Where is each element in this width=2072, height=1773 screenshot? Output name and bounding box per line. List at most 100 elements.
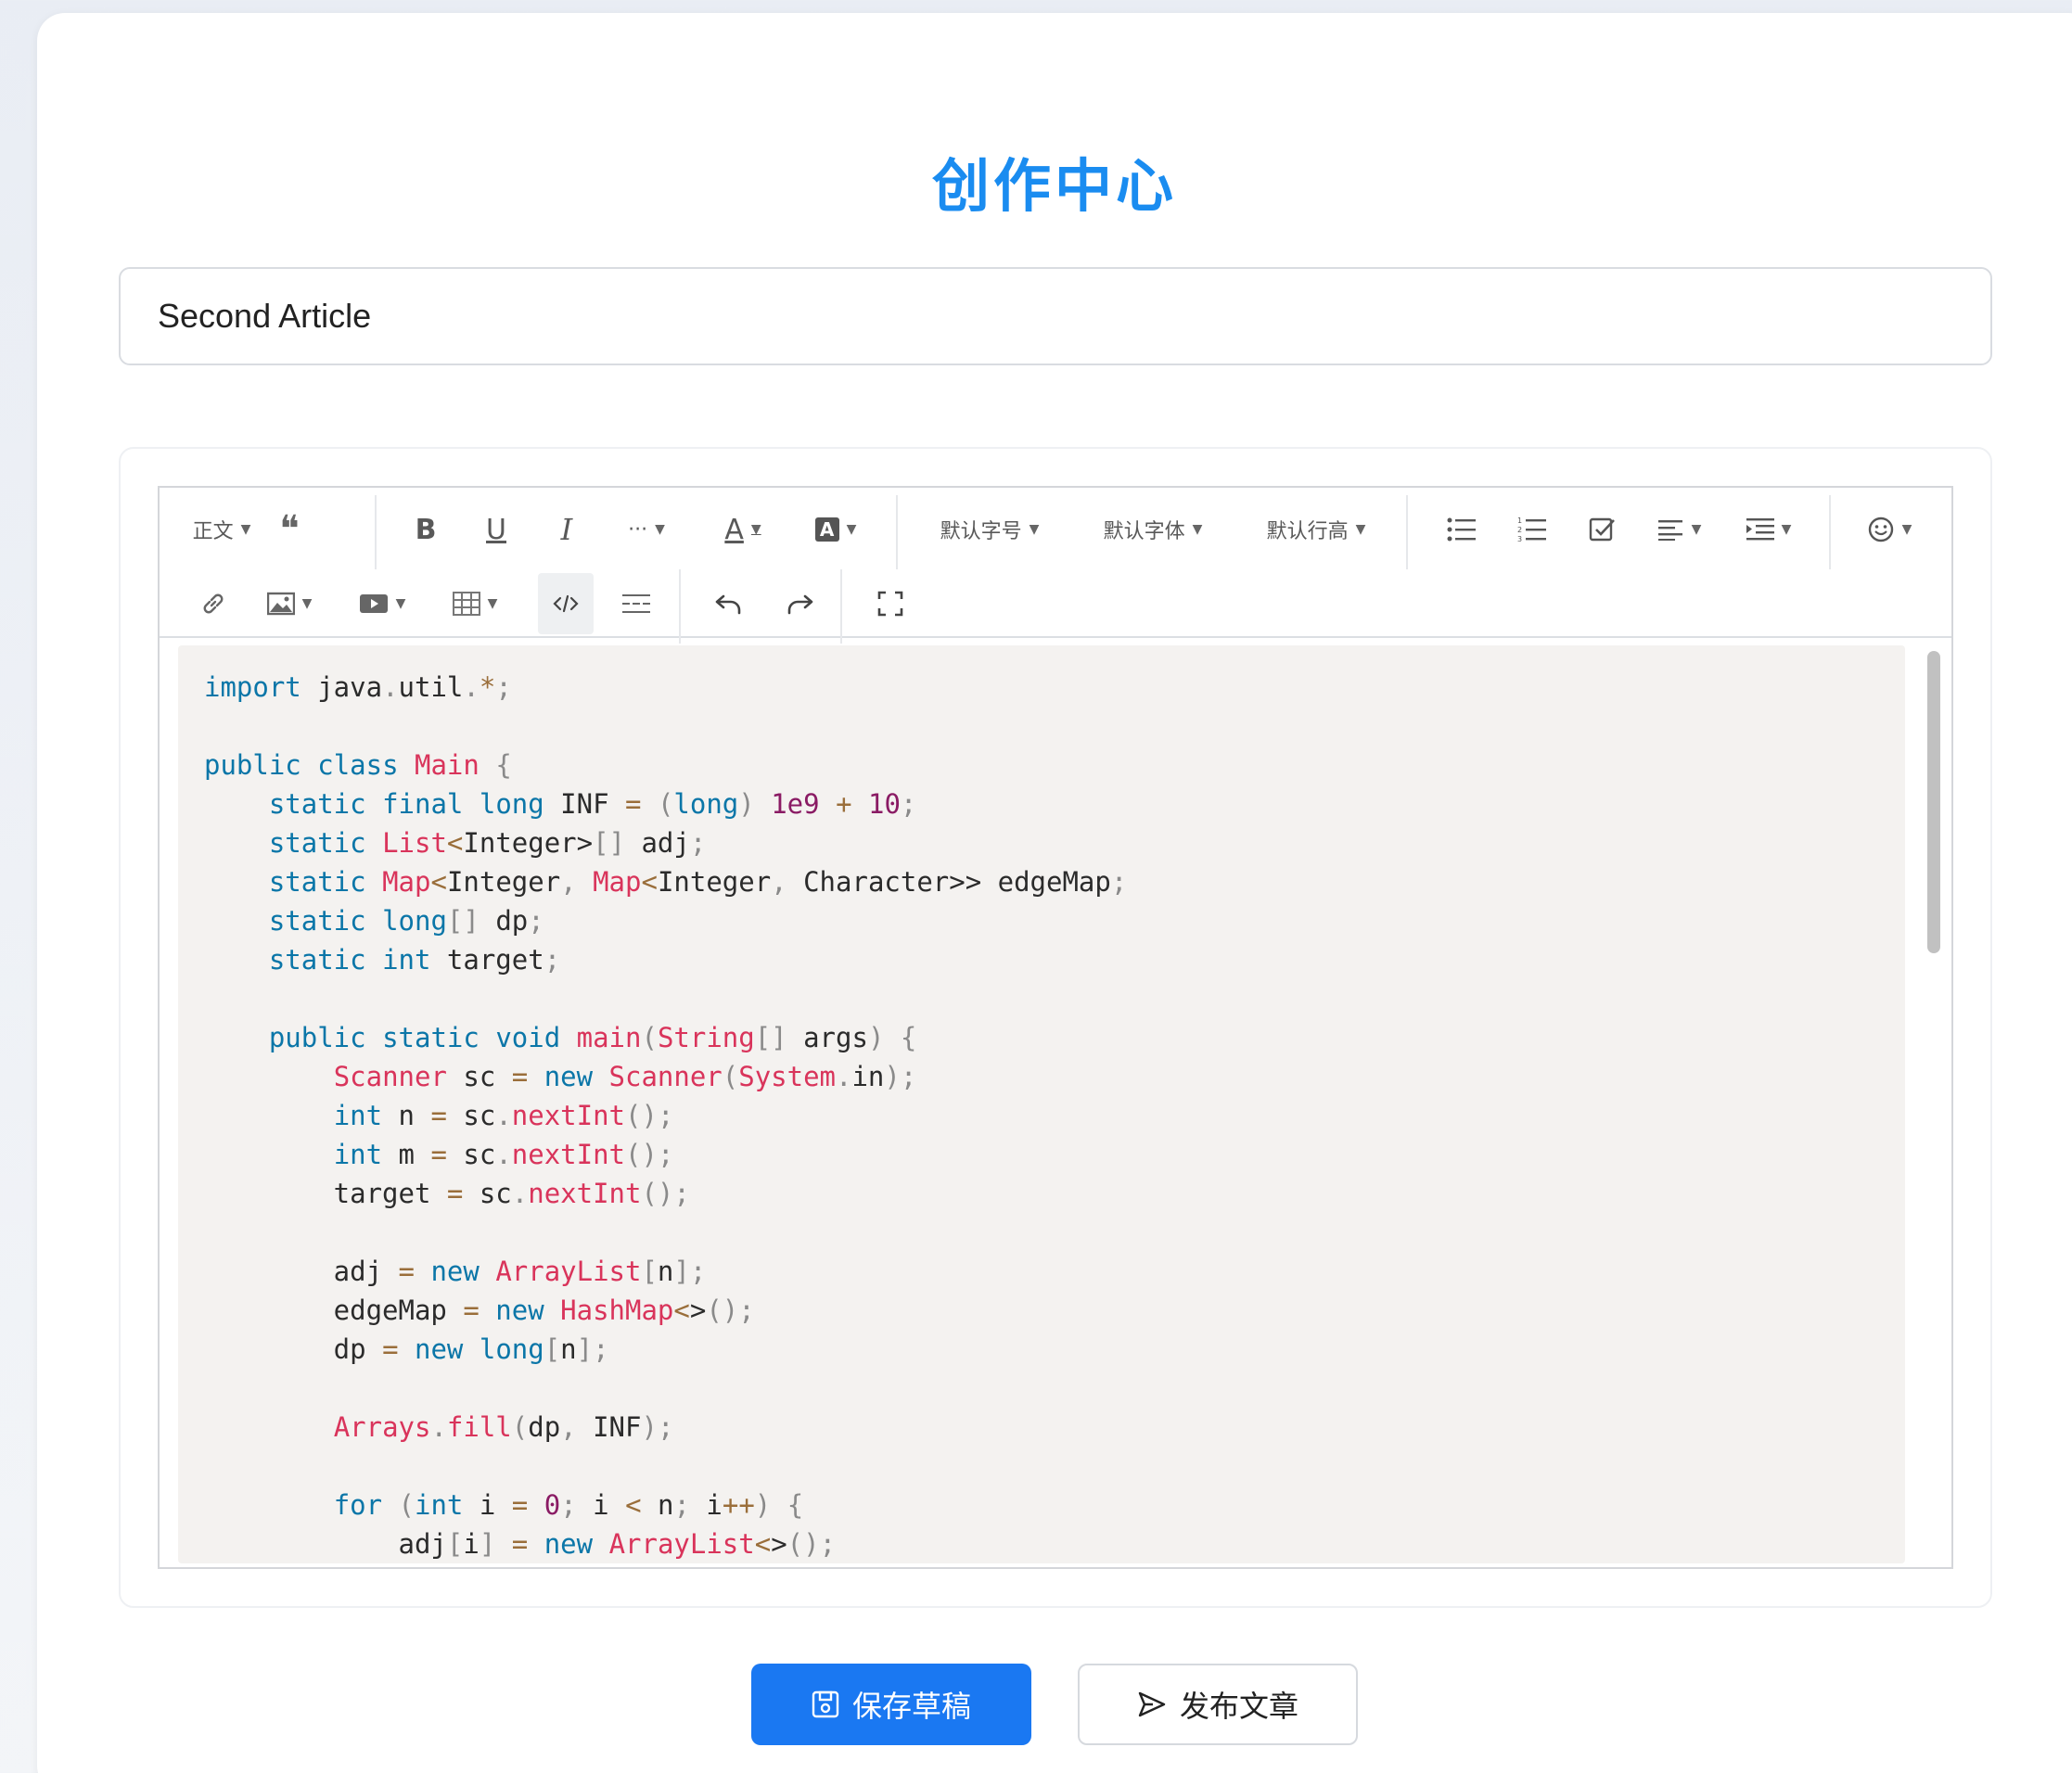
code-line: public static void main(String[] args) { (268, 1022, 917, 1053)
svg-text:3: 3 (1517, 535, 1522, 543)
rich-text-editor: 正文 ▼ ❝ B U I ··· ▼ A ▼ A ▼ 默认字号 ▼ 默认字体 ▼… (158, 486, 1953, 1569)
undo-svg (715, 594, 741, 615)
underline-icon[interactable]: U (473, 499, 519, 560)
indent-icon[interactable]: ▼ (1736, 499, 1801, 560)
toolbar-row-2: ▼ ▼ ▼ (160, 566, 1951, 644)
chevron-down-icon: ▼ (240, 522, 251, 537)
quote-glyph: ❝ (279, 508, 300, 551)
code-line: target = sc.nextInt(); (204, 1178, 690, 1209)
code-line: adj = new ArrayList[n]; (204, 1256, 707, 1287)
font-color-glyph: A (724, 513, 744, 546)
chevron-down-icon: ▼ (655, 522, 665, 537)
font-family-label: 默认字体 (1103, 520, 1185, 543)
line-height-dropdown[interactable]: 默认行高 ▼ (1256, 499, 1376, 560)
chevron-down-icon: ▼ (1192, 522, 1203, 537)
code-line: import java.util.*; (204, 671, 512, 703)
link-svg (203, 593, 224, 614)
toolbar-divider (1829, 495, 1831, 569)
line-height-label: 默认行高 (1266, 520, 1349, 543)
toolbar-divider (375, 495, 377, 569)
align-left-svg (1657, 520, 1682, 541)
code-line: adj[i] = new ArrayList<>(); (204, 1528, 837, 1560)
toolbar-divider (840, 569, 842, 644)
video-icon[interactable]: ▼ (345, 573, 419, 634)
code-block[interactable]: import java.util.*; public class Main { … (178, 645, 1905, 1563)
video-svg (359, 594, 388, 613)
redo-icon[interactable] (774, 573, 825, 634)
ellipsis-glyph: ··· (628, 517, 648, 542)
send-icon (1138, 1691, 1166, 1717)
redo-svg (787, 594, 813, 615)
chevron-down-icon: ▼ (1355, 522, 1366, 537)
save-draft-button[interactable]: 保存草稿 (751, 1664, 1031, 1745)
chevron-down-icon: ▼ (487, 596, 498, 611)
font-size-dropdown[interactable]: 默认字号 ▼ (929, 499, 1050, 560)
save-icon (812, 1690, 839, 1718)
paragraph-style-dropdown[interactable]: 正文 ▼ (187, 499, 256, 560)
numbered-list-icon[interactable]: 123 (1506, 499, 1558, 560)
align-icon[interactable]: ▼ (1647, 499, 1712, 560)
code-line: static long[] dp; (268, 905, 544, 937)
fullscreen-icon[interactable] (864, 573, 916, 634)
bold-glyph: B (415, 513, 437, 546)
save-draft-label: 保存草稿 (851, 1689, 971, 1724)
chevron-down-icon: ▼ (1901, 522, 1912, 537)
italic-icon[interactable]: I (544, 499, 590, 560)
undo-icon[interactable] (703, 573, 755, 634)
table-svg (452, 592, 480, 616)
chevron-down-icon: ▼ (1781, 522, 1792, 537)
chevron-down-icon: ▼ (301, 596, 313, 611)
svg-text:2: 2 (1517, 526, 1522, 534)
indent-svg (1746, 518, 1774, 541)
background-color-icon[interactable]: A ▼ (803, 499, 868, 560)
code-line: int m = sc.nextInt(); (333, 1139, 674, 1170)
image-icon[interactable]: ▼ (252, 573, 326, 634)
code-line: for (int i = 0; i < n; i++) { (333, 1489, 804, 1521)
code-line: dp = new long[n]; (204, 1333, 609, 1365)
code-block-icon[interactable] (538, 573, 594, 634)
more-text-styles-icon[interactable]: ··· ▼ (614, 499, 679, 560)
code-line: int n = sc.nextInt(); (333, 1100, 674, 1131)
underline-glyph: U (486, 513, 506, 546)
toolbar-divider (679, 569, 681, 644)
chevron-down-icon: ▼ (1691, 522, 1702, 537)
code-line: Scanner sc = new Scanner(System.in); (333, 1061, 917, 1092)
code-line: edgeMap = new HashMap<>(); (204, 1295, 755, 1326)
font-size-label: 默认字号 (940, 520, 1022, 543)
chevron-down-icon: ▼ (395, 596, 406, 611)
todo-checkbox-svg (1589, 517, 1615, 542)
emoji-icon[interactable]: ▼ (1857, 499, 1922, 560)
code-line: static int target; (268, 944, 561, 976)
image-svg (266, 592, 295, 616)
font-color-icon[interactable]: A ▼ (710, 499, 775, 560)
bold-icon[interactable]: B (403, 499, 449, 560)
code-line: static Map<Integer, Map<Integer, Charact… (268, 866, 1128, 898)
scrollbar-thumb[interactable] (1927, 651, 1940, 953)
font-family-dropdown[interactable]: 默认字体 ▼ (1093, 499, 1213, 560)
chevron-down-icon: ▼ (750, 522, 761, 537)
link-icon[interactable] (187, 573, 239, 634)
bulleted-list-svg (1447, 517, 1476, 542)
numbered-list-svg: 123 (1517, 517, 1546, 543)
table-icon[interactable]: ▼ (438, 573, 512, 634)
paragraph-style-label: 正文 (192, 520, 234, 543)
chevron-down-icon: ▼ (846, 522, 857, 537)
article-title-input[interactable] (119, 267, 1992, 365)
highlight-glyph: A (814, 517, 839, 542)
toolbar-divider (1406, 495, 1408, 569)
toolbar-divider (896, 495, 898, 569)
code-line: public class Main { (204, 749, 512, 781)
divider-svg (622, 594, 650, 613)
editor-scrollbar[interactable] (1927, 645, 1944, 1563)
bulleted-list-icon[interactable] (1436, 499, 1488, 560)
page-title: 创作中心 (931, 152, 1177, 220)
quote-icon[interactable]: ❝ (262, 499, 317, 560)
code-line: Arrays.fill(dp, INF); (333, 1411, 674, 1443)
todo-checkbox-icon[interactable] (1577, 499, 1629, 560)
divider-icon[interactable] (608, 573, 664, 634)
publish-article-button[interactable]: 发布文章 (1078, 1664, 1358, 1745)
